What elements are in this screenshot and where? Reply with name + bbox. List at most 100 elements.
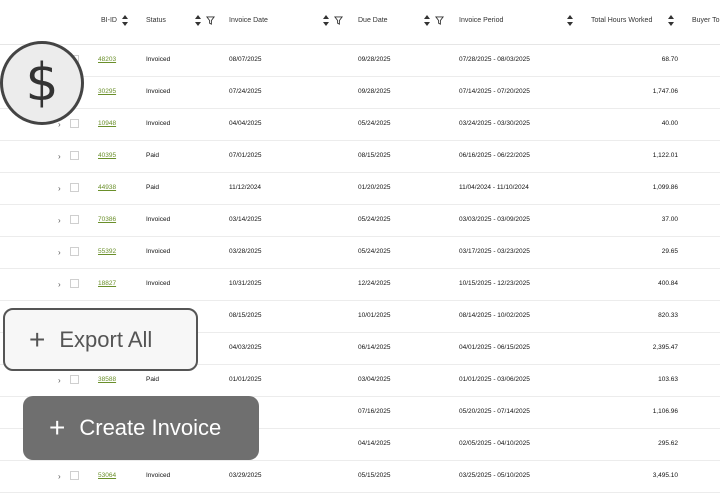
status-cell: Invoiced bbox=[146, 280, 171, 287]
due-date-cell: 03/04/2025 bbox=[358, 376, 391, 383]
due-date-cell: 12/24/2025 bbox=[358, 280, 391, 287]
invoice-period-cell: 11/04/2024 - 11/10/2024 bbox=[459, 184, 529, 191]
status-cell: Paid bbox=[146, 152, 160, 159]
invoice-period-cell: 06/16/2025 - 06/22/2025 bbox=[459, 152, 530, 159]
col-header-status[interactable]: Status bbox=[146, 17, 166, 24]
invoice-date-cell: 01/01/2025 bbox=[229, 376, 262, 383]
hours-cell: 40.00 bbox=[661, 120, 678, 127]
bi-id-link[interactable]: 53064 bbox=[98, 472, 116, 479]
status-cell: Paid bbox=[146, 376, 160, 383]
sort-icon[interactable] bbox=[194, 14, 202, 28]
table-header: BI-ID Status Invoice Date Due Date Invoi… bbox=[0, 0, 720, 45]
sort-icon[interactable] bbox=[121, 14, 129, 28]
due-date-cell: 05/24/2025 bbox=[358, 248, 391, 255]
filter-icon[interactable] bbox=[435, 16, 444, 25]
bi-id-link[interactable]: 30295 bbox=[98, 88, 116, 95]
hours-cell: 1,106.96 bbox=[652, 408, 678, 415]
plus-icon: + bbox=[29, 323, 46, 355]
chevron-right-icon[interactable]: › bbox=[58, 152, 61, 161]
bi-id-link[interactable]: 55392 bbox=[98, 248, 116, 255]
status-cell: Paid bbox=[146, 184, 160, 191]
invoice-period-cell: 05/20/2025 - 07/14/2025 bbox=[459, 408, 530, 415]
invoice-date-cell: 11/12/2024 bbox=[229, 184, 262, 191]
sort-icon[interactable] bbox=[566, 14, 574, 28]
filter-icon[interactable] bbox=[206, 16, 215, 25]
bi-id-link[interactable]: 10948 bbox=[98, 120, 116, 127]
table-row[interactable]: › 18827 Invoiced 10/31/2025 12/24/2025 10/15/… bbox=[0, 268, 720, 301]
sort-icon[interactable] bbox=[423, 14, 431, 28]
bi-id-link[interactable]: 40395 bbox=[98, 152, 116, 159]
table-row[interactable]: › 44938 Paid 11/12/2024 01/20/2025 11/04/2024… bbox=[0, 172, 720, 205]
create-invoice-button[interactable]: + Create Invoice bbox=[23, 396, 259, 460]
invoice-period-cell: 03/17/2025 - 03/23/2025 bbox=[459, 248, 530, 255]
chevron-right-icon[interactable]: › bbox=[58, 184, 61, 193]
due-date-cell: 05/15/2025 bbox=[358, 472, 391, 479]
hours-cell: 1,122.01 bbox=[652, 152, 678, 159]
export-all-label: Export All bbox=[59, 326, 153, 352]
table-row[interactable]: › 40395 Paid 07/01/2025 08/15/2025 06/16/2025… bbox=[0, 140, 720, 173]
chevron-right-icon[interactable]: › bbox=[58, 248, 61, 257]
row-checkbox[interactable] bbox=[70, 247, 79, 256]
invoice-date-cell: 07/01/2025 bbox=[229, 152, 262, 159]
col-header-invoice-period[interactable]: Invoice Period bbox=[459, 17, 503, 24]
table-row[interactable]: ›48203Invoiced08/07/202509/28/202507/28/… bbox=[0, 44, 720, 77]
sort-icon[interactable] bbox=[667, 14, 675, 28]
row-checkbox[interactable] bbox=[70, 279, 79, 288]
invoice-date-cell: 08/07/2025 bbox=[229, 56, 262, 63]
due-date-cell: 09/28/2025 bbox=[358, 56, 391, 63]
hours-cell: 29.65 bbox=[661, 248, 678, 255]
export-all-button[interactable]: + Export All bbox=[3, 308, 198, 371]
row-checkbox[interactable] bbox=[70, 183, 79, 192]
status-cell: Invoiced bbox=[146, 88, 171, 95]
filter-icon[interactable] bbox=[334, 16, 343, 25]
due-date-cell: 05/24/2025 bbox=[358, 216, 391, 223]
table-row[interactable]: › 55392 Invoiced 03/28/2025 05/24/2025 03/17/… bbox=[0, 236, 720, 269]
sort-icon[interactable] bbox=[322, 14, 330, 28]
invoice-period-cell: 01/01/2025 - 03/06/2025 bbox=[459, 376, 530, 383]
row-checkbox[interactable] bbox=[70, 215, 79, 224]
col-header-due-date[interactable]: Due Date bbox=[358, 17, 388, 24]
row-checkbox[interactable] bbox=[70, 151, 79, 160]
due-date-cell: 09/28/2025 bbox=[358, 88, 391, 95]
invoice-period-cell: 03/24/2025 - 03/30/2025 bbox=[459, 120, 530, 127]
due-date-cell: 06/14/2025 bbox=[358, 344, 391, 351]
hours-cell: 295.62 bbox=[658, 440, 678, 447]
col-header-invoice-date[interactable]: Invoice Date bbox=[229, 17, 268, 24]
chevron-right-icon[interactable]: › bbox=[58, 216, 61, 225]
chevron-right-icon[interactable]: › bbox=[58, 280, 61, 289]
table-row[interactable]: › 53064 Invoiced 03/29/2025 05/15/2025 03/25/… bbox=[0, 460, 720, 493]
invoice-period-cell: 08/14/2025 - 10/02/2025 bbox=[459, 312, 530, 319]
bi-id-link[interactable]: 48203 bbox=[98, 56, 116, 63]
plus-icon: + bbox=[49, 412, 66, 443]
bi-id-link[interactable]: 18827 bbox=[98, 280, 116, 287]
bi-id-link[interactable]: 38588 bbox=[98, 376, 116, 383]
hours-cell: 1,099.86 bbox=[652, 184, 678, 191]
dollar-glyph: $ bbox=[25, 53, 59, 113]
invoice-period-cell: 07/28/2025 - 08/03/2025 bbox=[459, 56, 530, 63]
due-date-cell: 05/24/2025 bbox=[358, 120, 391, 127]
col-header-buyer-total[interactable]: Buyer To bbox=[692, 17, 720, 24]
col-header-bi-id[interactable]: BI-ID bbox=[101, 17, 117, 24]
chevron-right-icon[interactable]: › bbox=[58, 376, 61, 385]
table-row[interactable]: ›30295Invoiced07/24/202509/28/202507/14/… bbox=[0, 76, 720, 109]
bi-id-link[interactable]: 44938 bbox=[98, 184, 116, 191]
due-date-cell: 07/16/2025 bbox=[358, 408, 391, 415]
table-row[interactable]: › 70386 Invoiced 03/14/2025 05/24/2025 03/03/… bbox=[0, 204, 720, 237]
invoice-period-cell: 07/14/2025 - 07/20/2025 bbox=[459, 88, 530, 95]
status-cell: Invoiced bbox=[146, 216, 171, 223]
table-row[interactable]: › 10948 Invoiced 04/04/2025 05/24/2025 03/24/… bbox=[0, 108, 720, 141]
bi-id-link[interactable]: 70386 bbox=[98, 216, 116, 223]
invoice-date-cell: 08/15/2025 bbox=[229, 312, 262, 319]
row-checkbox[interactable] bbox=[70, 375, 79, 384]
invoice-date-cell: 03/29/2025 bbox=[229, 472, 262, 479]
invoice-date-cell: 03/14/2025 bbox=[229, 216, 262, 223]
due-date-cell: 01/20/2025 bbox=[358, 184, 391, 191]
hours-cell: 68.70 bbox=[661, 56, 678, 63]
dollar-sign-icon[interactable]: $ bbox=[0, 41, 84, 125]
invoice-date-cell: 10/31/2025 bbox=[229, 280, 262, 287]
col-header-total-hours[interactable]: Total Hours Worked bbox=[591, 17, 652, 24]
row-checkbox[interactable] bbox=[70, 471, 79, 480]
status-cell: Invoiced bbox=[146, 248, 171, 255]
chevron-right-icon[interactable]: › bbox=[58, 472, 61, 481]
create-invoice-label: Create Invoice bbox=[79, 415, 222, 440]
